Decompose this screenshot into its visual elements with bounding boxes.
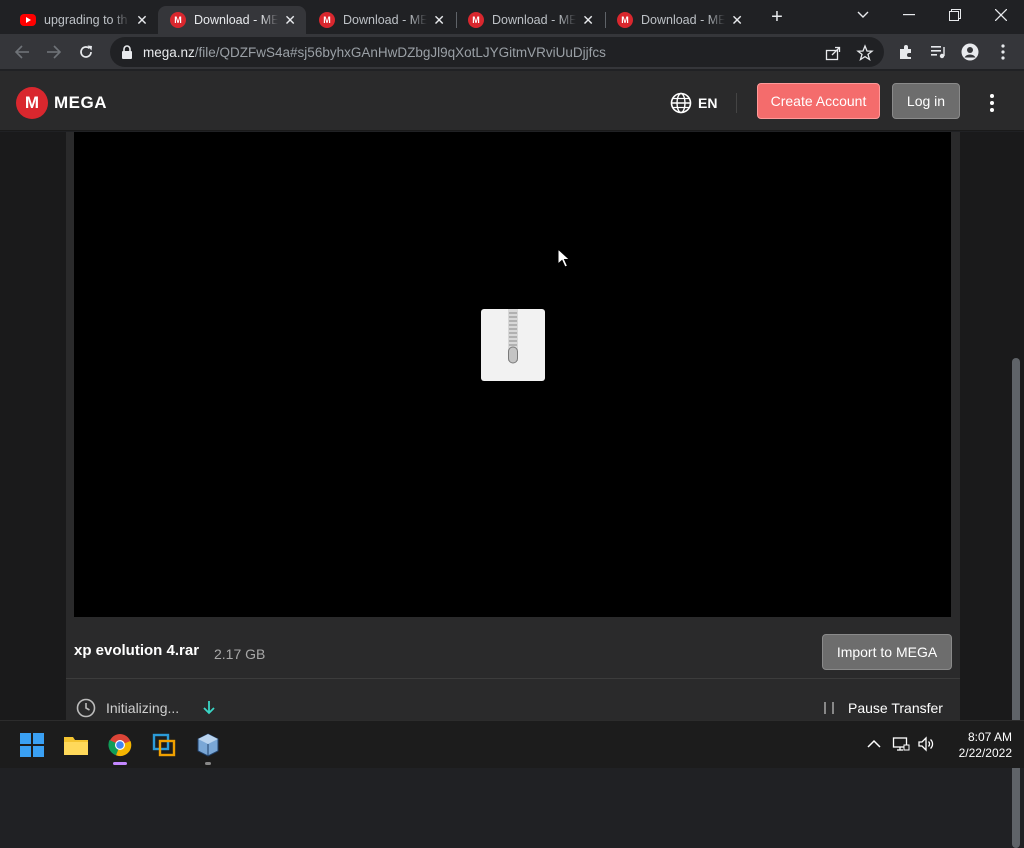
pause-transfer-button[interactable]: Pause Transfer xyxy=(824,700,943,716)
mega-header: M MEGA EN Create Account Log in xyxy=(0,71,1024,131)
section-divider xyxy=(66,678,960,679)
create-account-button[interactable]: Create Account xyxy=(757,83,880,119)
reload-button[interactable] xyxy=(74,40,98,64)
folder-icon xyxy=(64,737,88,755)
reload-icon xyxy=(80,45,92,58)
tab-title: Download - ME xyxy=(194,13,279,27)
forward-button[interactable] xyxy=(42,40,66,64)
profile-icon[interactable] xyxy=(961,43,979,61)
close-icon xyxy=(995,9,1007,21)
close-window-button[interactable] xyxy=(978,0,1024,30)
tab-3[interactable]: M Download - ME ✕ xyxy=(456,6,604,34)
close-icon[interactable]: ✕ xyxy=(431,12,447,28)
mouse-cursor-icon xyxy=(557,248,571,268)
clock-icon xyxy=(76,698,96,718)
clock-date: 2/22/2022 xyxy=(958,746,1012,760)
tab-title: Download - ME xyxy=(641,13,726,27)
pause-icon xyxy=(824,702,834,714)
mega-icon: M xyxy=(319,12,335,28)
file-preview xyxy=(74,132,951,617)
mega-icon: M xyxy=(468,12,484,28)
language-selector[interactable]: EN xyxy=(670,92,717,114)
open-app-indicator xyxy=(205,762,211,765)
language-label: EN xyxy=(698,95,718,111)
tab-search-button[interactable] xyxy=(840,0,886,30)
page-content xyxy=(0,132,1024,848)
youtube-icon xyxy=(20,14,36,26)
import-to-mega-button[interactable]: Import to MEGA xyxy=(822,634,952,670)
tab-0[interactable]: upgrading to th ✕ xyxy=(8,6,158,34)
vmware-icon xyxy=(152,733,176,757)
system-clock[interactable]: 8:07 AM 2/22/2022 xyxy=(944,729,1012,761)
mega-icon: M xyxy=(170,12,186,28)
arrow-left-icon xyxy=(14,45,29,59)
header-divider xyxy=(736,93,737,113)
minimize-button[interactable] xyxy=(886,0,932,30)
transfer-status: Initializing... xyxy=(76,698,179,718)
new-tab-button[interactable]: + xyxy=(766,7,788,29)
file-panel xyxy=(66,132,960,720)
download-arrow-icon xyxy=(203,701,215,715)
extensions-icon[interactable] xyxy=(897,43,915,61)
windows-start-icon xyxy=(20,733,44,757)
url-path: /file/QDZFwS4a#sj56byhxGAnHwDZbgJl9qXotL… xyxy=(194,44,606,60)
close-icon[interactable]: ✕ xyxy=(729,12,745,28)
url-host: mega.nz xyxy=(143,44,195,60)
close-icon[interactable]: ✕ xyxy=(282,12,298,28)
chevron-down-icon xyxy=(857,11,869,18)
tab-title: upgrading to th xyxy=(44,13,128,27)
taskbar-vmware[interactable] xyxy=(148,729,180,761)
url-text: mega.nz/file/QDZFwS4a#sj56byhxGAnHwDZbgJ… xyxy=(143,45,606,60)
tab-4[interactable]: M Download - ME ✕ xyxy=(605,6,753,34)
chrome-icon xyxy=(108,734,132,757)
start-button[interactable] xyxy=(16,729,48,761)
login-button[interactable]: Log in xyxy=(892,83,960,119)
back-button[interactable] xyxy=(10,40,34,64)
restore-button[interactable] xyxy=(932,0,978,30)
clock-time: 8:07 AM xyxy=(967,730,1012,744)
tab-2[interactable]: M Download - ME ✕ xyxy=(307,6,455,34)
mega-logo-icon[interactable]: M xyxy=(16,87,48,119)
status-text: Initializing... xyxy=(106,700,180,716)
tab-title: Download - ME xyxy=(343,13,428,27)
taskbar-virtualbox[interactable] xyxy=(192,729,224,765)
media-control-icon[interactable] xyxy=(929,43,947,61)
taskbar-file-explorer[interactable] xyxy=(60,729,92,761)
mega-wordmark[interactable]: MEGA xyxy=(54,93,107,113)
close-icon[interactable]: ✕ xyxy=(580,12,596,28)
lock-icon xyxy=(122,45,132,59)
browser-toolbar: mega.nz/file/QDZFwS4a#sj56byhxGAnHwDZbgJ… xyxy=(0,34,1024,70)
minimize-icon xyxy=(903,14,915,16)
file-size: 2.17 GB xyxy=(214,646,266,662)
arrow-right-icon xyxy=(47,45,62,59)
address-bar[interactable]: mega.nz/file/QDZFwS4a#sj56byhxGAnHwDZbgJ… xyxy=(110,37,884,67)
browser-menu-icon[interactable] xyxy=(994,43,1012,61)
more-menu-icon[interactable] xyxy=(984,93,1000,113)
pause-transfer-label: Pause Transfer xyxy=(848,700,943,716)
tab-1[interactable]: M Download - ME ✕ xyxy=(158,6,306,34)
network-icon[interactable] xyxy=(892,735,910,753)
active-app-indicator xyxy=(113,762,127,765)
bookmark-star-icon[interactable] xyxy=(856,44,874,62)
tab-title: Download - ME xyxy=(492,13,577,27)
globe-icon xyxy=(670,92,692,114)
restore-icon xyxy=(949,9,961,21)
archive-file-icon xyxy=(481,309,545,381)
close-icon[interactable]: ✕ xyxy=(134,12,150,28)
virtualbox-icon xyxy=(197,733,219,757)
mega-icon: M xyxy=(617,12,633,28)
tab-strip: upgrading to th ✕ M Download - ME ✕ M Do… xyxy=(0,0,1024,34)
chevron-up-icon[interactable] xyxy=(865,735,883,753)
volume-icon[interactable] xyxy=(917,735,935,753)
taskbar-chrome[interactable] xyxy=(104,729,136,765)
file-name: xp evolution 4.rar xyxy=(74,642,200,659)
page-scrollbar[interactable] xyxy=(1012,358,1020,848)
windows-taskbar: 8:07 AM 2/22/2022 xyxy=(0,720,1024,768)
share-icon[interactable] xyxy=(824,44,842,62)
